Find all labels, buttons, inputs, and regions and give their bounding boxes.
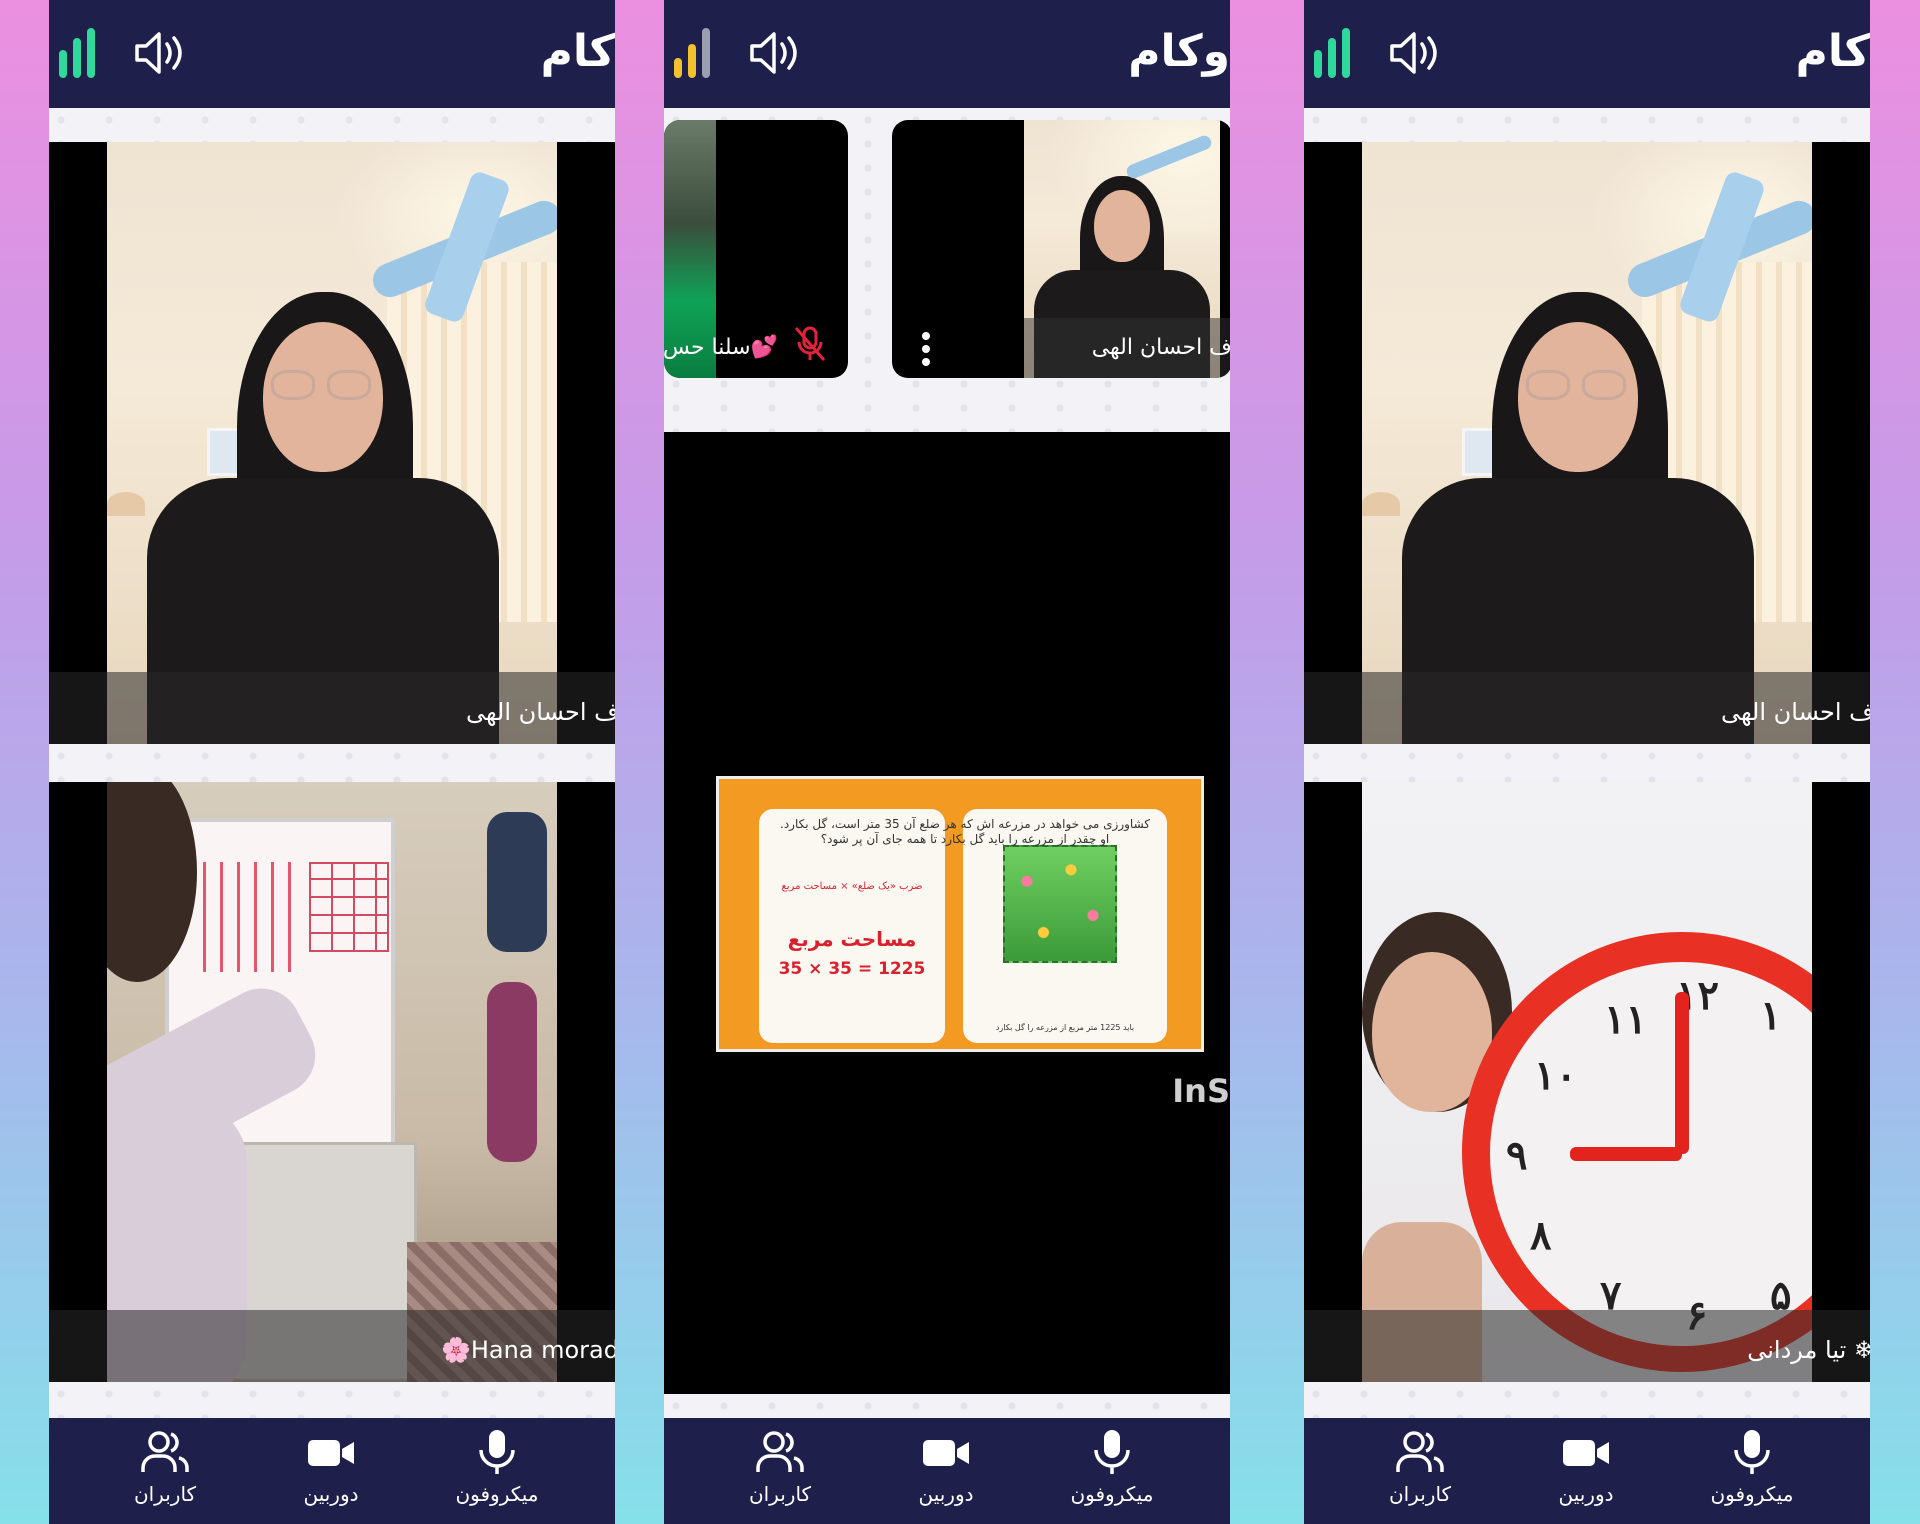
camera-icon: [923, 1440, 969, 1466]
microphone-label: میکروفون: [1070, 1482, 1154, 1506]
speaker-icon[interactable]: [746, 28, 802, 78]
meeting-panel-3: کام ف احسان الهی ۱۰ ۱۱ ۱۲ ۱ ۹ ۸ ۷ ۵ ❄ تی…: [1304, 0, 1870, 1524]
clock-number: ۱: [1760, 992, 1782, 1039]
background-strip: [49, 744, 615, 782]
clock-minute-hand: [1675, 992, 1689, 1154]
name-bar: 🌸Hana morad: [49, 1310, 615, 1382]
thumbnail-tile-teacher[interactable]: ف احسان الهی: [892, 120, 1230, 378]
slide-heading: مساحت مربع: [787, 927, 917, 951]
signal-strength-icon: [674, 28, 714, 78]
users-icon: [1396, 1431, 1444, 1472]
slide-caption: باید 1225 متر مربع از مزرعه را گل بکارد: [995, 1023, 1135, 1032]
camera-label: دوربین: [918, 1482, 974, 1506]
microphone-icon: [479, 1430, 515, 1474]
teacher-video: [1362, 142, 1812, 744]
background-strip: [49, 1382, 615, 1418]
camera-button[interactable]: دوربین: [886, 1428, 1006, 1518]
screen-share-area: ضرب «یک ضلع» × مساحت مربع مساحت مربع 35 …: [664, 432, 1230, 1394]
microphone-icon: [1094, 1430, 1130, 1474]
slide-equation: 35 × 35 = 1225: [778, 959, 926, 979]
meeting-panel-2: وکام 💕سلنا حس ف احسان الهی ضرب «یک ضلع» …: [664, 0, 1230, 1524]
clock-number: ۸: [1530, 1212, 1552, 1259]
mic-off-icon: [794, 326, 826, 361]
participant-name: ف احسان الهی: [465, 698, 615, 726]
bottom-toolbar: کاربران دوربین میکروفون: [1304, 1418, 1870, 1524]
top-bar: وکام: [664, 0, 1230, 108]
users-button[interactable]: کاربران: [720, 1428, 840, 1518]
signal-strength-icon: [1314, 28, 1354, 78]
microphone-button[interactable]: میکروفون: [437, 1428, 557, 1518]
camera-icon: [308, 1440, 354, 1466]
clock-number: ۹: [1506, 1132, 1528, 1179]
users-button[interactable]: کاربران: [1360, 1428, 1480, 1518]
garden-illustration: [1003, 845, 1117, 963]
slide-question: کشاورزی می خواهد در مزرعه اش که هر ضلع آ…: [780, 817, 1150, 846]
participant-name: ف احسان الهی: [1720, 698, 1870, 726]
camera-button[interactable]: دوربین: [271, 1428, 391, 1518]
background-strip: [664, 1394, 1230, 1418]
background-strip: [1304, 744, 1870, 782]
shared-slide: ضرب «یک ضلع» × مساحت مربع مساحت مربع 35 …: [716, 776, 1204, 1052]
microphone-icon: [1734, 1430, 1770, 1474]
app-logo-text: کام: [540, 26, 615, 77]
video-tile-teacher[interactable]: ف احسان الهی: [1304, 142, 1870, 744]
participant-name: ف احسان الهی: [1091, 335, 1230, 360]
video-tile-teacher[interactable]: ف احسان الهی: [49, 142, 615, 744]
users-label: کاربران: [748, 1482, 812, 1506]
name-bar: ف احسان الهی: [1304, 672, 1870, 744]
watermark-text: InS: [1172, 1072, 1230, 1110]
background-strip: [1304, 108, 1870, 142]
signal-strength-icon: [59, 28, 99, 78]
speaker-icon[interactable]: [131, 28, 187, 78]
camera-label: دوربین: [1558, 1482, 1614, 1506]
app-logo-text: کام: [1795, 26, 1870, 77]
users-icon: [756, 1431, 804, 1472]
student-video: ۱۰ ۱۱ ۱۲ ۱ ۲ ۹ ۸ ۷ ۶ ۵: [1362, 782, 1812, 1382]
clock-number: ۱۰: [1534, 1052, 1577, 1099]
bottom-toolbar: کاربران دوربین میکروفون: [664, 1418, 1230, 1524]
name-bar: ف احسان الهی: [49, 672, 615, 744]
teacher-video: [107, 142, 557, 744]
users-icon: [141, 1431, 189, 1472]
participant-name: 💕سلنا حس: [664, 335, 778, 360]
camera-button[interactable]: دوربین: [1526, 1428, 1646, 1518]
microphone-button[interactable]: میکروفون: [1052, 1428, 1172, 1518]
camera-icon: [1563, 1440, 1609, 1466]
slide-formula-hint: ضرب «یک ضلع» × مساحت مربع: [781, 881, 923, 892]
microphone-label: میکروفون: [455, 1482, 539, 1506]
users-button[interactable]: کاربران: [105, 1428, 225, 1518]
microphone-button[interactable]: میکروفون: [1692, 1428, 1812, 1518]
background-strip: [49, 108, 615, 142]
participant-name: ❄ تیا مردانی: [1747, 1336, 1870, 1364]
thumbnail-tile-student[interactable]: 💕سلنا حس: [664, 120, 848, 378]
top-bar: کام: [49, 0, 615, 108]
meeting-panel-1: کام ف احسان الهی 🌸Hana morad کاربران دور…: [49, 0, 615, 1524]
participant-name: 🌸Hana morad: [440, 1336, 615, 1364]
clock-number: ۱۱: [1604, 996, 1647, 1043]
more-options-icon[interactable]: [922, 332, 930, 371]
video-tile-student[interactable]: ۱۰ ۱۱ ۱۲ ۱ ۲ ۹ ۸ ۷ ۶ ۵ ❄ تیا مردانی: [1304, 782, 1870, 1382]
users-label: کاربران: [1388, 1482, 1452, 1506]
clock-hour-hand: [1570, 1147, 1682, 1161]
speaker-icon[interactable]: [1386, 28, 1442, 78]
users-label: کاربران: [133, 1482, 197, 1506]
name-bar: ❄ تیا مردانی: [1304, 1310, 1870, 1382]
student-video: [107, 782, 557, 1382]
bottom-toolbar: کاربران دوربین میکروفون: [49, 1418, 615, 1524]
top-bar: کام: [1304, 0, 1870, 108]
microphone-label: میکروفون: [1710, 1482, 1794, 1506]
background-strip: [1304, 1382, 1870, 1418]
camera-label: دوربین: [303, 1482, 359, 1506]
video-tile-student[interactable]: 🌸Hana morad: [49, 782, 615, 1382]
app-logo-text: وکام: [1128, 26, 1230, 77]
